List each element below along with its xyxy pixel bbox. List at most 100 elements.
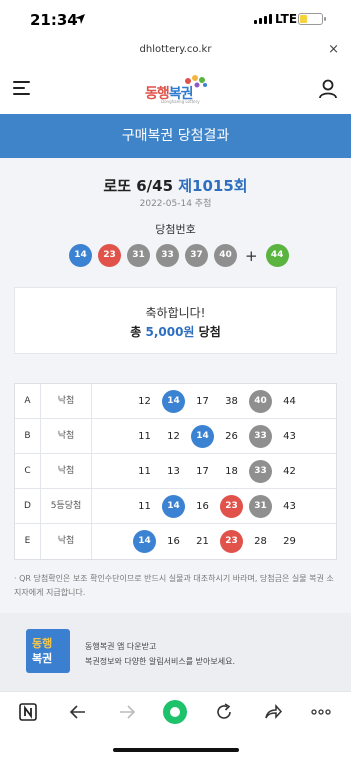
app-banner[interactable]: 동행 복권 동행복권 앱 다운받고 복권정보와 다양한 알림서비스를 받아보세요… bbox=[0, 613, 351, 691]
number-cell: 43 bbox=[283, 500, 296, 512]
number-cell: 11 bbox=[138, 465, 151, 477]
number-cell: 16 bbox=[167, 536, 180, 547]
logo-mark-icon bbox=[185, 75, 207, 88]
number-cell: 26 bbox=[225, 430, 238, 442]
number-cell: 11 bbox=[138, 430, 151, 442]
share-icon[interactable] bbox=[263, 702, 283, 722]
number-cell: 18 bbox=[225, 465, 238, 477]
more-icon[interactable] bbox=[311, 702, 331, 722]
number-cell: 44 bbox=[283, 395, 296, 407]
number-cell: 12 bbox=[138, 395, 151, 407]
winning-ball: 33 bbox=[156, 244, 179, 267]
location-arrow-icon bbox=[75, 14, 85, 24]
number-cell: 14 bbox=[188, 424, 217, 448]
results-table: A 낙첨 12 14 17 38 40 44 B 낙첨 11 12 14 26 33 43 C 낙첨 11 13 17 1… bbox=[14, 383, 337, 560]
number-cell: 40 bbox=[246, 389, 275, 413]
number-cell: 31 bbox=[246, 494, 275, 518]
naver-icon[interactable] bbox=[18, 702, 38, 722]
number-cell: 14 bbox=[159, 494, 188, 518]
matched-ball: 14 bbox=[133, 530, 156, 553]
row-numbers: 14 16 21 23 28 29 bbox=[92, 530, 336, 553]
winning-ball: 40 bbox=[214, 244, 237, 267]
result-row: A 낙첨 12 14 17 38 40 44 bbox=[15, 383, 336, 419]
notice-text: · QR 당첨확인은 보조 확인수단이므로 반드시 실물과 대조하시기 바라며,… bbox=[14, 574, 334, 597]
number-cell: 23 bbox=[217, 530, 246, 553]
matched-ball: 14 bbox=[162, 389, 185, 413]
draw-date: 2022-05-14 추첨 bbox=[139, 199, 212, 209]
winning-numbers-label: 당첨번호 bbox=[155, 223, 196, 236]
banner-text: 동행복권 앱 다운받고 복권정보와 다양한 알림서비스를 받아보세요. bbox=[85, 642, 236, 666]
number-cell: 13 bbox=[167, 465, 180, 477]
number-cell: 29 bbox=[283, 536, 296, 547]
number-cell: 16 bbox=[196, 500, 209, 512]
row-numbers: 11 13 17 18 33 42 bbox=[92, 459, 336, 483]
number-cell: 11 bbox=[138, 500, 151, 512]
title-band: 구매복권 당첨결과 bbox=[0, 114, 351, 158]
user-icon[interactable] bbox=[318, 79, 338, 99]
number-cell: 14 bbox=[159, 389, 188, 413]
matched-ball: 33 bbox=[249, 459, 272, 483]
number-cell: 33 bbox=[246, 459, 275, 483]
home-indicator bbox=[113, 748, 239, 752]
battery-icon bbox=[298, 13, 326, 25]
green-dot-icon[interactable] bbox=[162, 699, 188, 725]
row-label: D bbox=[15, 488, 41, 524]
result-row: B 낙첨 11 12 14 26 33 43 bbox=[15, 418, 336, 454]
result-row: E 낙첨 14 16 21 23 28 29 bbox=[15, 524, 336, 559]
row-label: E bbox=[15, 524, 41, 559]
signal-icon bbox=[254, 14, 272, 24]
row-numbers: 11 14 16 23 31 43 bbox=[92, 494, 336, 518]
back-arrow-icon[interactable] bbox=[68, 702, 88, 722]
winning-ball: 23 bbox=[98, 244, 121, 267]
close-icon[interactable]: × bbox=[328, 42, 339, 57]
matched-ball: 14 bbox=[162, 494, 185, 518]
number-cell: 12 bbox=[167, 430, 180, 442]
row-numbers: 12 14 17 38 40 44 bbox=[92, 389, 336, 413]
winning-numbers: 14 23 31 33 37 40 +44 bbox=[69, 244, 295, 267]
matched-ball: 23 bbox=[220, 494, 243, 518]
site-logo[interactable]: 동행복권 Donghaeng Lottery bbox=[145, 74, 209, 104]
plus-sign: + bbox=[245, 246, 258, 265]
number-cell: 42 bbox=[283, 465, 296, 477]
menu-icon[interactable] bbox=[13, 81, 30, 95]
row-status: 5등당첨 bbox=[41, 488, 92, 524]
row-status: 낙첨 bbox=[41, 453, 92, 489]
bonus-ball: 44 bbox=[265, 244, 289, 267]
number-cell: 23 bbox=[217, 494, 246, 518]
status-time: 21:34 bbox=[30, 11, 78, 29]
number-cell: 43 bbox=[283, 430, 296, 442]
row-numbers: 11 12 14 26 33 43 bbox=[92, 424, 336, 448]
forward-arrow-icon[interactable] bbox=[117, 702, 137, 722]
row-status: 낙첨 bbox=[41, 383, 92, 419]
draw-title: 로또 6/45 제1015회 bbox=[103, 177, 248, 195]
row-label: B bbox=[15, 418, 41, 454]
matched-ball: 40 bbox=[249, 389, 272, 413]
browser-toolbar bbox=[0, 691, 351, 759]
number-cell: 38 bbox=[225, 395, 238, 407]
result-row: C 낙첨 11 13 17 18 33 42 bbox=[15, 453, 336, 489]
reload-icon[interactable] bbox=[214, 702, 234, 722]
matched-ball: 23 bbox=[220, 530, 243, 553]
row-label: C bbox=[15, 453, 41, 489]
network-label: LTE bbox=[275, 12, 298, 26]
site-header: 동행복권 Donghaeng Lottery bbox=[0, 62, 351, 114]
draw-info: 로또 6/45 제1015회 2022-05-14 추첨 당첨번호 14 23 31… bbox=[0, 158, 351, 278]
row-status: 낙첨 bbox=[41, 418, 92, 454]
matched-ball: 14 bbox=[191, 424, 214, 448]
number-cell: 17 bbox=[196, 465, 209, 477]
url-text[interactable]: dhlottery.co.kr bbox=[0, 44, 351, 55]
prize-box: 축하합니다! 총 5,000원 당첨 bbox=[14, 287, 337, 354]
row-status: 낙첨 bbox=[41, 524, 92, 559]
row-label: A bbox=[15, 383, 41, 419]
winning-ball: 31 bbox=[127, 244, 150, 267]
number-cell: 21 bbox=[196, 536, 209, 547]
url-bar[interactable]: dhlottery.co.kr × bbox=[0, 38, 351, 62]
result-row: D 5등당첨 11 14 16 23 31 43 bbox=[15, 488, 336, 524]
number-cell: 28 bbox=[254, 536, 267, 547]
app-icon[interactable]: 동행 복권 bbox=[26, 629, 70, 673]
matched-ball: 31 bbox=[249, 494, 272, 518]
congrats-text: 축하합니다! bbox=[145, 306, 206, 320]
winning-ball: 37 bbox=[185, 244, 208, 267]
number-cell: 17 bbox=[196, 395, 209, 407]
prize-total: 총 5,000원 당첨 bbox=[130, 325, 221, 339]
